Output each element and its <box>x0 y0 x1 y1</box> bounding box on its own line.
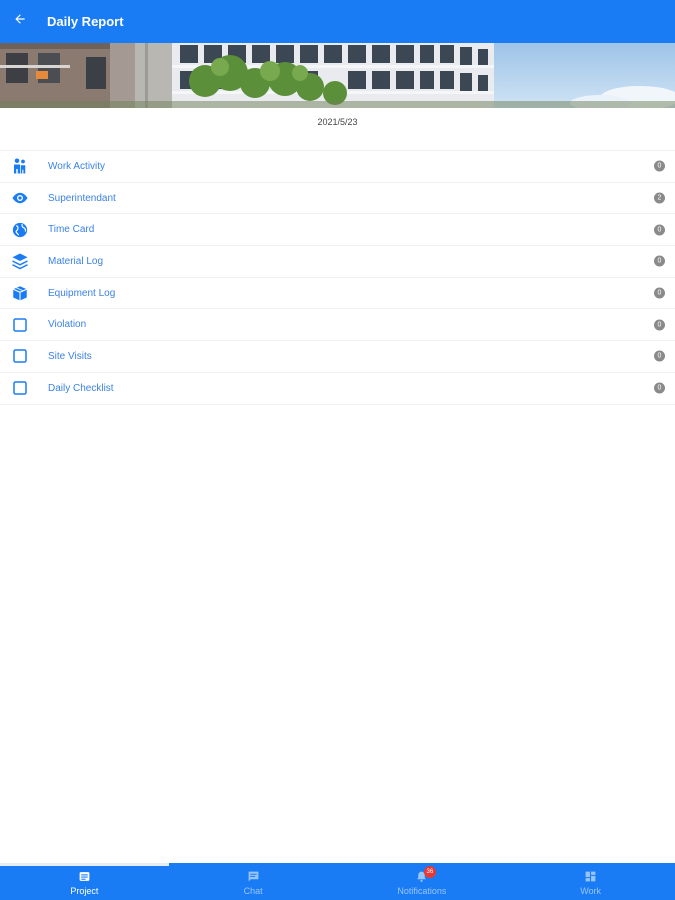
count-badge: 0 <box>654 287 665 299</box>
report-date: 2021/5/23 <box>317 117 358 127</box>
list-item-label: Work Activity <box>48 160 106 172</box>
list-item-daily-checklist[interactable]: Daily Checklist 0 <box>0 373 675 405</box>
list-item-label: Material Log <box>48 255 104 267</box>
count-badge: 0 <box>654 382 665 394</box>
list-item-label: Superintendant <box>48 192 116 204</box>
workers-icon <box>11 157 29 175</box>
tab-label: Notifications <box>397 886 447 896</box>
dashboard-icon <box>584 870 597 883</box>
back-button[interactable] <box>0 0 40 43</box>
checkbox-icon <box>11 379 29 397</box>
list-item-label: Equipment Log <box>48 287 116 299</box>
list-item-work-activity[interactable]: Work Activity 0 <box>0 151 675 183</box>
report-sections-list: Work Activity 0 Superintendant 2 Time Ca… <box>0 150 675 405</box>
list-item-time-card[interactable]: Time Card 0 <box>0 214 675 247</box>
list-item-label: Site Visits <box>48 350 92 362</box>
app-bar: Daily Report <box>0 0 675 43</box>
list-item-violation[interactable]: Violation 0 <box>0 309 675 342</box>
box-icon <box>11 284 29 302</box>
count-badge: 0 <box>654 160 665 172</box>
list-item-superintendant[interactable]: Superintendant 2 <box>0 183 675 215</box>
list-item-equipment-log[interactable]: Equipment Log 0 <box>0 278 675 310</box>
list-item-label: Daily Checklist <box>48 382 114 394</box>
list-item-label: Time Card <box>48 224 95 236</box>
daily-report-screen: Daily Report 2021/5/23 Work Activity 0 S… <box>0 0 675 900</box>
bottom-navigation: Project Chat 36 Notifications Work <box>0 863 675 900</box>
tab-label: Chat <box>243 886 263 896</box>
page-title: Daily Report <box>47 14 124 29</box>
list-item-label: Violation <box>48 319 87 331</box>
tab-chat[interactable]: Chat <box>169 863 338 900</box>
tab-work[interactable]: Work <box>506 863 675 900</box>
list-icon <box>78 870 91 883</box>
list-item-site-visits[interactable]: Site Visits 0 <box>0 341 675 373</box>
notification-count-badge: 36 <box>423 866 436 878</box>
eye-icon <box>11 189 29 207</box>
tab-project[interactable]: Project <box>0 863 169 900</box>
list-item-material-log[interactable]: Material Log 0 <box>0 246 675 278</box>
tab-label: Project <box>70 886 99 896</box>
count-badge: 0 <box>654 350 665 362</box>
count-badge: 0 <box>654 224 665 236</box>
count-badge: 0 <box>654 255 665 267</box>
tab-notifications[interactable]: 36 Notifications <box>338 863 507 900</box>
checkbox-icon <box>11 316 29 334</box>
tab-label: Work <box>580 886 602 896</box>
chat-icon <box>247 870 260 883</box>
count-badge: 0 <box>654 319 665 331</box>
layers-icon <box>11 252 29 270</box>
project-banner-image <box>0 43 675 108</box>
count-badge: 2 <box>654 192 665 204</box>
arrow-left-icon <box>13 12 27 31</box>
checkbox-icon <box>11 347 29 365</box>
globe-icon <box>11 221 29 239</box>
